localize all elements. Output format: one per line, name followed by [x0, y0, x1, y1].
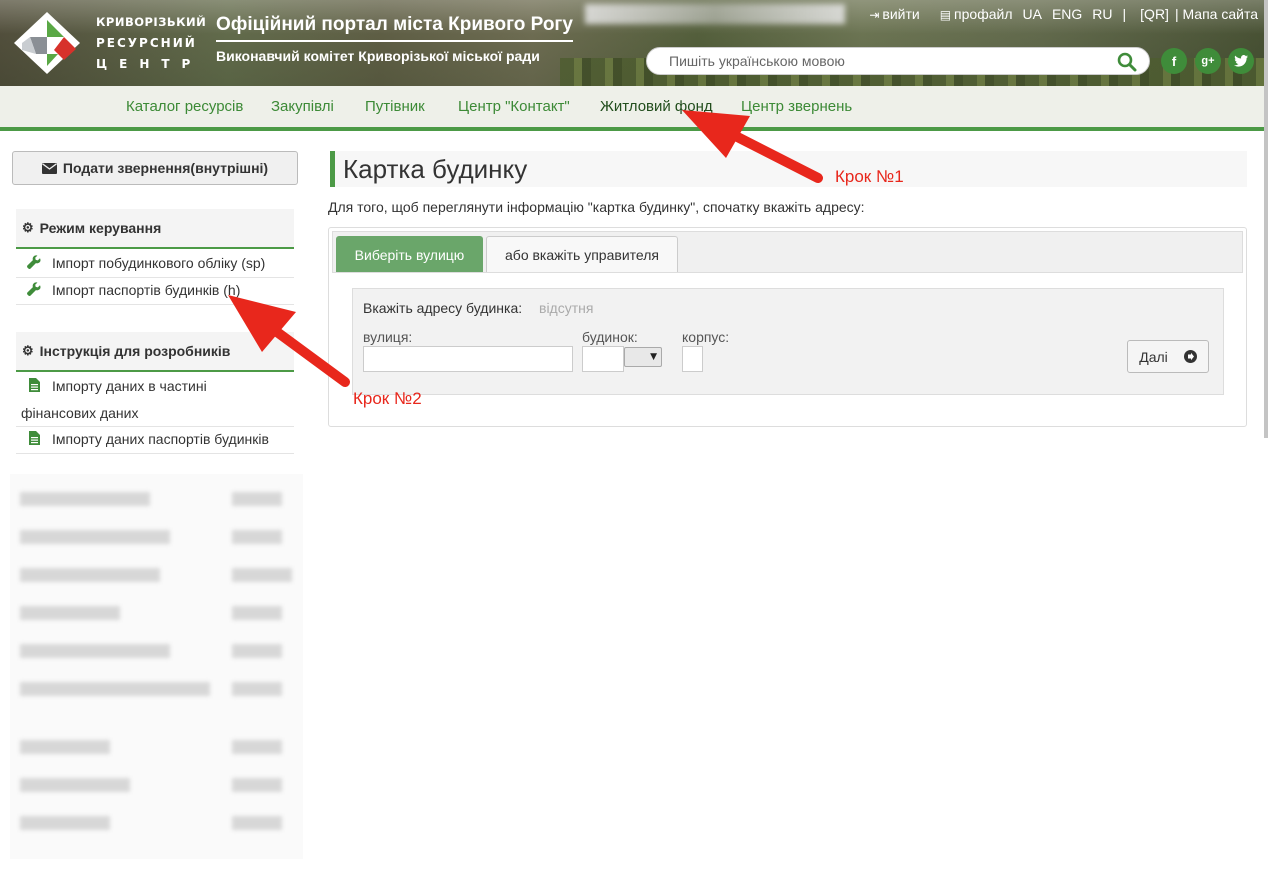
step2-label: Крок №2 [353, 389, 422, 408]
annotation-arrows [228, 110, 823, 387]
page-scrollbar[interactable] [1264, 0, 1268, 438]
step1-label: Крок №1 [835, 167, 904, 186]
